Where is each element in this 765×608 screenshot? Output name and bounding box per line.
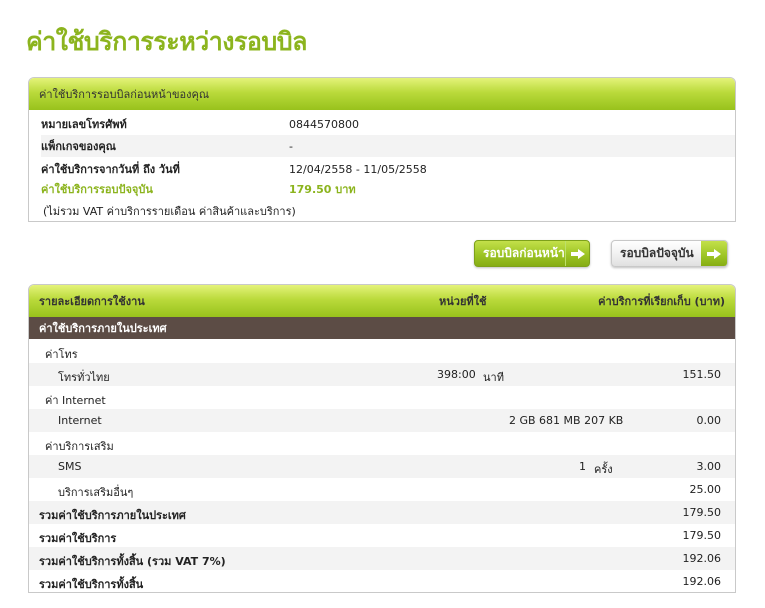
list-item: บริการเสริมอื่นๆ 25.00 [29,478,735,501]
subtotal-row: รวมค่าใช้บริการภายในประเทศ 179.50 [29,501,735,524]
usage-details-panel: รายละเอียดการใช้งาน หน่วยที่ใช้ ค่าบริกา… [28,284,736,593]
list-item: ค่าบริการเสริม [29,432,735,455]
item-amount: 179.50 [682,506,722,519]
page-title: ค่าใช้บริการระหว่างรอบบิล [26,27,307,56]
item-amount: 192.06 [682,552,722,565]
item-amount: 25.00 [689,483,722,496]
item-unit: ครั้ง [594,463,613,476]
unit-column-header: หน่วยที่ใช้ [439,295,487,308]
list-item: Internet 2 GB 681 MB 207 KB 0.00 [29,409,735,432]
list-item: ค่าโทร [29,340,735,363]
item-amount: 192.06 [682,575,722,588]
phone-number-label: หมายเลขโทรศัพท์ [41,118,127,131]
item-label: โทรทั่วไทย [58,371,110,384]
item-amount: 151.50 [682,368,722,381]
domestic-section-header: ค่าใช้บริการภายในประเทศ [29,317,735,339]
current-charge-row: ค่าใช้บริการรอบปัจจุบัน 179.50 บาท [41,178,735,200]
item-label: บริการเสริมอื่นๆ [58,486,134,499]
item-qty: 398:00 [437,368,476,381]
total-vat-row: รวมค่าใช้บริการทั้งสิ้น (รวม VAT 7%) 192… [29,547,735,570]
arrow-right-icon [701,241,727,266]
item-label: ค่า Internet [45,394,106,407]
arrow-right-icon [565,241,589,266]
vat-note: (ไม่รวม VAT ค่าบริการรายเดือน ค่าสินค้าแ… [43,205,296,218]
item-qty: 1 [579,460,586,473]
item-label: ค่าบริการเสริม [45,440,114,453]
item-amount: 179.50 [682,529,722,542]
item-label: รวมค่าใช้บริการทั้งสิ้น [39,578,144,591]
item-label: รวมค่าใช้บริการภายในประเทศ [39,509,186,522]
current-charge-label: ค่าใช้บริการรอบปัจจุบัน [41,183,153,196]
item-amount: 3.00 [696,460,722,473]
phone-number-value: 0844570800 [289,117,359,131]
usage-header: รายละเอียดการใช้งาน หน่วยที่ใช้ ค่าบริกา… [29,285,735,317]
list-item: ค่า Internet [29,386,735,409]
package-row: แพ็กเกจของคุณ - [41,135,735,157]
item-label: รวมค่าใช้บริการ [39,532,117,545]
grand-total-row: รวมค่าใช้บริการทั้งสิ้น 192.06 [29,570,735,593]
billing-summary-panel: ค่าใช้บริการรอบบิลก่อนหน้าของคุณ หมายเลข… [28,77,736,222]
package-value: - [289,139,293,153]
item-qty: 2 GB 681 MB 207 KB [509,414,624,427]
item-amount: 0.00 [696,414,722,427]
item-label: SMS [58,460,82,473]
billing-period-value: 12/04/2558 - 11/05/2558 [289,162,427,176]
item-label: ค่าโทร [45,348,78,361]
previous-cycle-label: รอบบิลก่อนหน้า [483,246,565,260]
phone-number-row: หมายเลขโทรศัพท์ 0844570800 [41,113,735,135]
list-item: SMS 1 ครั้ง 3.00 [29,455,735,478]
billing-period-label: ค่าใช้บริการจากวันที่ ถึง วันที่ [41,163,180,176]
list-item: โทรทั่วไทย 398:00 นาที 151.50 [29,363,735,386]
amount-column-header: ค่าบริการที่เรียกเก็บ (บาท) [598,295,725,308]
package-label: แพ็กเกจของคุณ [41,140,116,153]
item-label: รวมค่าใช้บริการทั้งสิ้น (รวม VAT 7%) [39,555,226,568]
subtotal-row: รวมค่าใช้บริการ 179.50 [29,524,735,547]
item-label: Internet [58,414,102,427]
item-unit: นาที [483,371,504,384]
summary-header: ค่าใช้บริการรอบบิลก่อนหน้าของคุณ [29,78,735,110]
detail-column-header: รายละเอียดการใช้งาน [39,295,145,308]
current-cycle-label: รอบบิลปัจจุบัน [620,246,694,260]
current-charge-value: 179.50 บาท [289,183,356,196]
billing-period-row: ค่าใช้บริการจากวันที่ ถึง วันที่ 12/04/2… [41,158,735,180]
previous-cycle-button[interactable]: รอบบิลก่อนหน้า [474,240,590,267]
current-cycle-button[interactable]: รอบบิลปัจจุบัน [611,240,728,267]
